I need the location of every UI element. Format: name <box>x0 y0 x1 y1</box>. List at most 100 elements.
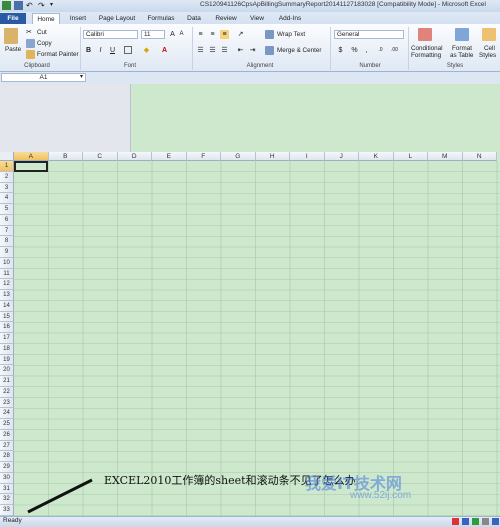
tab-page-layout[interactable]: Page Layout <box>96 13 138 24</box>
number-format-combo[interactable]: General <box>334 30 404 39</box>
row-header-2[interactable]: 2 <box>0 171 14 183</box>
column-header-c[interactable]: C <box>83 152 118 161</box>
row-header-16[interactable]: 16 <box>0 322 14 333</box>
column-header-h[interactable]: H <box>255 152 290 161</box>
redo-icon[interactable]: ↷ <box>38 1 47 10</box>
paste-icon[interactable] <box>4 28 18 44</box>
align-left-icon[interactable]: ☰ <box>196 46 205 55</box>
shrink-font-icon[interactable]: A <box>177 30 186 39</box>
increase-indent-icon[interactable]: ⇥ <box>248 46 257 55</box>
tab-home[interactable]: Home <box>32 13 60 24</box>
copy-icon[interactable] <box>26 39 35 48</box>
column-header-m[interactable]: M <box>428 152 463 161</box>
borders-icon[interactable] <box>124 46 132 54</box>
name-box-dropdown-list[interactable] <box>0 84 131 152</box>
column-header-n[interactable]: N <box>462 152 497 161</box>
column-header-i[interactable]: I <box>290 152 325 161</box>
row-header-24[interactable]: 24 <box>0 408 14 419</box>
column-header-a[interactable]: A <box>14 152 49 161</box>
increase-decimal-icon[interactable]: .0 <box>376 46 385 55</box>
row-header-5[interactable]: 5 <box>0 204 14 215</box>
tab-data[interactable]: Data <box>184 13 204 24</box>
format-as-table-button[interactable]: Format <box>452 45 472 52</box>
decrease-decimal-icon[interactable]: .00 <box>390 46 399 55</box>
tab-insert[interactable]: Insert <box>66 13 90 24</box>
conditional-formatting-icon[interactable] <box>418 28 432 41</box>
wrap-text-icon[interactable] <box>265 30 274 39</box>
align-top-icon[interactable]: ≡ <box>196 30 205 39</box>
row-header-9[interactable]: 9 <box>0 247 14 258</box>
row-header-6[interactable]: 6 <box>0 214 14 226</box>
row-header-10[interactable]: 10 <box>0 257 14 269</box>
bold-button[interactable]: B <box>84 46 93 55</box>
tab-formulas[interactable]: Formulas <box>144 13 178 24</box>
font-size-combo[interactable]: 11 <box>141 30 165 39</box>
undo-icon[interactable]: ↶ <box>26 1 35 10</box>
merge-center-icon[interactable] <box>265 46 274 55</box>
align-right-icon[interactable]: ☰ <box>220 46 229 55</box>
row-header-14[interactable]: 14 <box>0 300 14 312</box>
align-bottom-icon[interactable]: ≡ <box>220 30 229 39</box>
select-all-corner[interactable] <box>0 152 14 161</box>
row-header-17[interactable]: 17 <box>0 333 14 344</box>
tab-add-ins[interactable]: Add-Ins <box>276 13 304 24</box>
grow-font-icon[interactable]: A <box>168 30 177 39</box>
name-box[interactable]: A1 <box>1 73 86 82</box>
conditional-formatting-button[interactable]: Conditional <box>411 45 443 52</box>
formula-input[interactable] <box>88 74 130 82</box>
row-header-1[interactable]: 1 <box>0 161 14 172</box>
row-header-27[interactable]: 27 <box>0 440 14 452</box>
column-header-d[interactable]: D <box>117 152 152 161</box>
row-header-22[interactable]: 22 <box>0 386 14 398</box>
font-name-combo[interactable]: Calibri <box>83 30 138 39</box>
row-header-21[interactable]: 21 <box>0 376 14 387</box>
font-color-icon[interactable]: A <box>160 46 169 55</box>
format-as-table-icon[interactable] <box>455 28 469 41</box>
row-header-13[interactable]: 13 <box>0 290 14 301</box>
row-header-18[interactable]: 18 <box>0 343 14 355</box>
italic-button[interactable]: I <box>96 46 105 55</box>
row-header-25[interactable]: 25 <box>0 419 14 430</box>
row-header-12[interactable]: 12 <box>0 279 14 290</box>
orientation-icon[interactable]: ↗ <box>236 30 245 39</box>
comma-button[interactable]: , <box>362 46 371 55</box>
row-header-26[interactable]: 26 <box>0 429 14 441</box>
decrease-indent-icon[interactable]: ⇤ <box>236 46 245 55</box>
row-header-23[interactable]: 23 <box>0 397 14 409</box>
column-header-f[interactable]: F <box>186 152 221 161</box>
cut-button[interactable]: Cut <box>37 29 47 36</box>
format-painter-icon[interactable] <box>26 50 35 59</box>
align-middle-icon[interactable]: ≡ <box>208 30 217 39</box>
row-header-11[interactable]: 11 <box>0 268 14 280</box>
merge-center-button[interactable]: Merge & Center <box>277 47 321 54</box>
row-header-20[interactable]: 20 <box>0 365 14 376</box>
chevron-down-icon[interactable]: ▾ <box>77 73 86 82</box>
save-icon[interactable] <box>14 1 23 10</box>
row-header-15[interactable]: 15 <box>0 311 14 323</box>
row-header-19[interactable]: 19 <box>0 354 14 366</box>
customize-toolbar-icon[interactable]: ▾ <box>50 1 59 10</box>
row-header-4[interactable]: 4 <box>0 193 14 204</box>
tab-view[interactable]: View <box>246 13 268 24</box>
fill-color-icon[interactable]: ◆ <box>142 46 151 55</box>
row-header-7[interactable]: 7 <box>0 225 14 237</box>
row-header-3[interactable]: 3 <box>0 182 14 194</box>
percent-button[interactable]: % <box>350 46 359 55</box>
column-header-k[interactable]: K <box>359 152 394 161</box>
paste-button[interactable]: Paste <box>5 46 21 53</box>
tab-review[interactable]: Review <box>212 13 240 24</box>
copy-button[interactable]: Copy <box>37 40 52 47</box>
format-painter-button[interactable]: Format Painter <box>37 51 79 58</box>
tab-file[interactable]: File <box>0 13 26 24</box>
column-header-j[interactable]: J <box>324 152 359 161</box>
wrap-text-button[interactable]: Wrap Text <box>277 31 305 38</box>
cell-styles-button[interactable]: Cell <box>484 45 495 52</box>
column-header-b[interactable]: B <box>48 152 83 161</box>
cell-styles-icon[interactable] <box>482 28 496 41</box>
active-cell[interactable] <box>14 161 48 172</box>
row-header-8[interactable]: 8 <box>0 236 14 247</box>
currency-button[interactable]: $ <box>336 46 345 55</box>
column-header-l[interactable]: L <box>393 152 428 161</box>
column-header-g[interactable]: G <box>221 152 256 161</box>
align-center-icon[interactable]: ☰ <box>208 46 217 55</box>
